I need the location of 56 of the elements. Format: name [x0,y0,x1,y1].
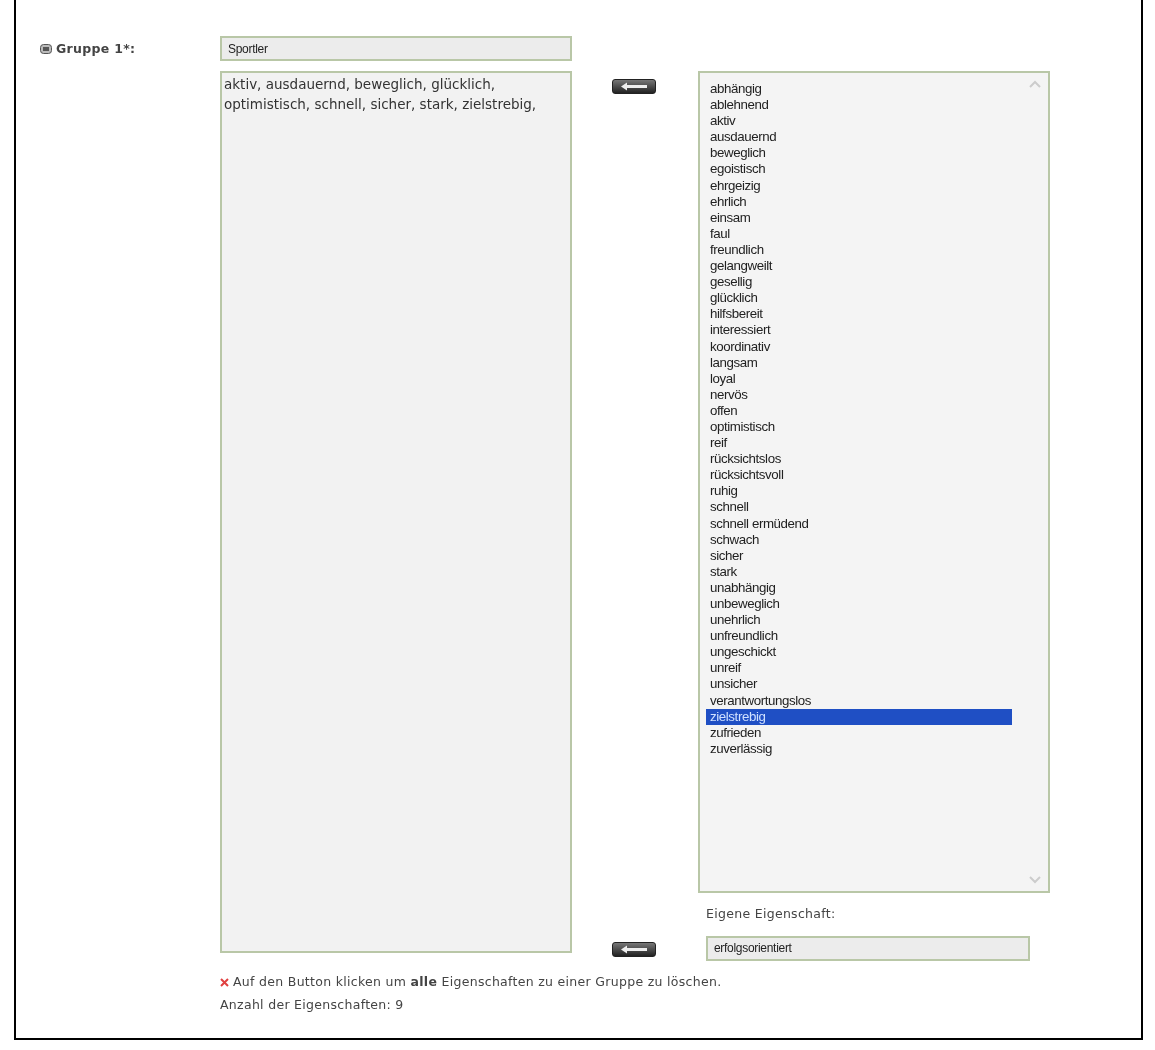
trait-option[interactable]: offen [706,402,1012,419]
trait-option[interactable]: zielstrebig [706,708,1012,725]
trait-option[interactable]: ehrlich [706,193,1012,210]
trait-option[interactable]: nervös [706,386,1012,403]
trait-option[interactable]: loyal [706,370,1012,387]
add-trait-button[interactable] [612,79,656,94]
trait-option[interactable]: ablehnend [706,97,1012,114]
trait-option[interactable]: unfreundlich [706,628,1012,645]
left-arrow-icon [620,945,648,954]
group-label: Gruppe 1*: [56,40,136,58]
group-name-field[interactable]: Sportler [220,36,572,61]
trait-option[interactable]: schnell [706,499,1012,516]
custom-trait-field[interactable]: erfolgsorientiert [706,935,1030,961]
left-arrow-icon [620,82,648,91]
traits-text-area[interactable]: aktiv, ausdauernd, beweglich, glücklich, optimistisch, schnell, sicher, stark, zielstrebig, [220,71,572,953]
trait-option[interactable]: unbeweglich [706,596,1012,613]
trait-option[interactable]: gesellig [706,274,1012,291]
custom-trait-label: Eigene Eigenschaft: [706,905,837,923]
trait-option[interactable]: sicher [706,547,1012,564]
add-custom-trait-button[interactable] [612,942,656,957]
trait-option[interactable]: einsam [706,209,1012,226]
trait-option[interactable]: langsam [706,354,1012,371]
trait-option[interactable]: unreif [706,660,1012,677]
trait-option[interactable]: gelangweilt [706,258,1012,275]
trait-option[interactable]: unabhängig [706,579,1012,596]
trait-option[interactable]: faul [706,225,1012,242]
trait-option[interactable]: zuverlässig [706,740,1012,757]
trait-option[interactable]: hilfsbereit [706,306,1012,323]
trait-option[interactable]: reif [706,435,1012,452]
trait-option[interactable]: beweglich [706,145,1012,162]
trait-option[interactable]: freundlich [706,241,1012,259]
trait-option[interactable]: unehrlich [706,612,1012,629]
trait-option[interactable]: schnell ermüdend [706,515,1012,532]
trait-option[interactable]: verantwortungslos [706,692,1012,709]
trait-option[interactable]: optimistisch [706,418,1012,436]
delete-icon[interactable] [220,977,229,987]
trait-option[interactable]: glücklich [706,290,1012,307]
trait-option[interactable]: rücksichtslos [706,451,1012,468]
trait-option[interactable]: egoistisch [706,161,1012,178]
trait-option[interactable]: ruhig [706,483,1012,500]
trait-option[interactable]: ungeschickt [706,644,1012,661]
trait-option[interactable]: koordinativ [706,338,1012,355]
group-icon [40,44,52,55]
trait-option[interactable]: interessiert [706,322,1012,339]
trait-option[interactable]: zufrieden [706,724,1012,741]
trait-option[interactable]: rücksichtsvoll [706,467,1012,484]
trait-option[interactable]: ehrgeizig [706,177,1012,194]
trait-count-text: Anzahl der Eigenschaften: 9 [220,995,405,1014]
trait-option[interactable]: schwach [706,531,1012,548]
traits-list-box[interactable] [698,71,1050,893]
trait-option[interactable]: unsicher [706,676,1012,693]
trait-option[interactable]: ausdauernd [706,129,1012,146]
trait-option[interactable]: stark [706,563,1012,580]
trait-option[interactable]: aktiv [706,113,1012,130]
delete-hint-text: Auf den Button klicken um alle Eigenschaften zu einer Gruppe zu löschen. [233,973,722,991]
trait-option[interactable]: abhängig [706,81,1012,98]
